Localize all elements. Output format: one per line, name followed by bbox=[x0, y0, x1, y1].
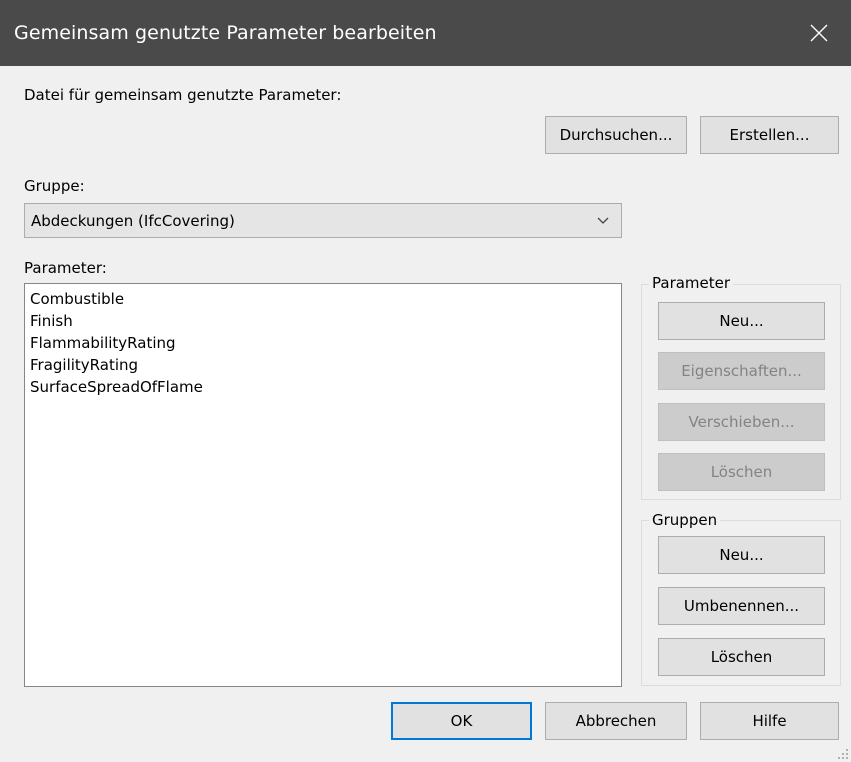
list-item[interactable]: SurfaceSpreadOfFlame bbox=[30, 376, 616, 398]
parameter-move-button[interactable]: Verschieben... bbox=[658, 403, 825, 441]
list-item[interactable]: Finish bbox=[30, 310, 616, 332]
file-label: Datei für gemeinsam genutzte Parameter: bbox=[24, 86, 342, 104]
ok-button[interactable]: OK bbox=[391, 702, 532, 740]
browse-button[interactable]: Durchsuchen... bbox=[545, 116, 687, 154]
create-button[interactable]: Erstellen... bbox=[700, 116, 839, 154]
chevron-down-icon bbox=[597, 217, 609, 224]
list-item[interactable]: FlammabilityRating bbox=[30, 332, 616, 354]
groups-groupbox-title: Gruppen bbox=[649, 511, 721, 529]
group-dropdown[interactable]: Abdeckungen (IfcCovering) bbox=[24, 203, 622, 238]
dialog-title: Gemeinsam genutzte Parameter bearbeiten bbox=[14, 22, 437, 44]
resize-grip-icon[interactable] bbox=[837, 748, 849, 760]
group-rename-button[interactable]: Umbenennen... bbox=[658, 587, 825, 625]
group-new-button[interactable]: Neu... bbox=[658, 536, 825, 574]
parameter-properties-button[interactable]: Eigenschaften... bbox=[658, 352, 825, 390]
cancel-button[interactable]: Abbrechen bbox=[545, 702, 687, 740]
group-dropdown-value: Abdeckungen (IfcCovering) bbox=[31, 212, 235, 230]
list-item[interactable]: FragilityRating bbox=[30, 354, 616, 376]
group-delete-button[interactable]: Löschen bbox=[658, 638, 825, 676]
close-button[interactable] bbox=[787, 0, 851, 66]
parameters-label: Parameter: bbox=[24, 259, 107, 277]
parameter-delete-button[interactable]: Löschen bbox=[658, 453, 825, 491]
parameter-groupbox-title: Parameter bbox=[649, 274, 734, 292]
title-bar: Gemeinsam genutzte Parameter bearbeiten bbox=[0, 0, 851, 66]
parameter-list[interactable]: Combustible Finish FlammabilityRating Fr… bbox=[24, 283, 622, 687]
group-label: Gruppe: bbox=[24, 177, 85, 195]
help-button[interactable]: Hilfe bbox=[700, 702, 839, 740]
parameter-new-button[interactable]: Neu... bbox=[658, 302, 825, 340]
list-item[interactable]: Combustible bbox=[30, 288, 616, 310]
close-icon bbox=[810, 24, 828, 42]
